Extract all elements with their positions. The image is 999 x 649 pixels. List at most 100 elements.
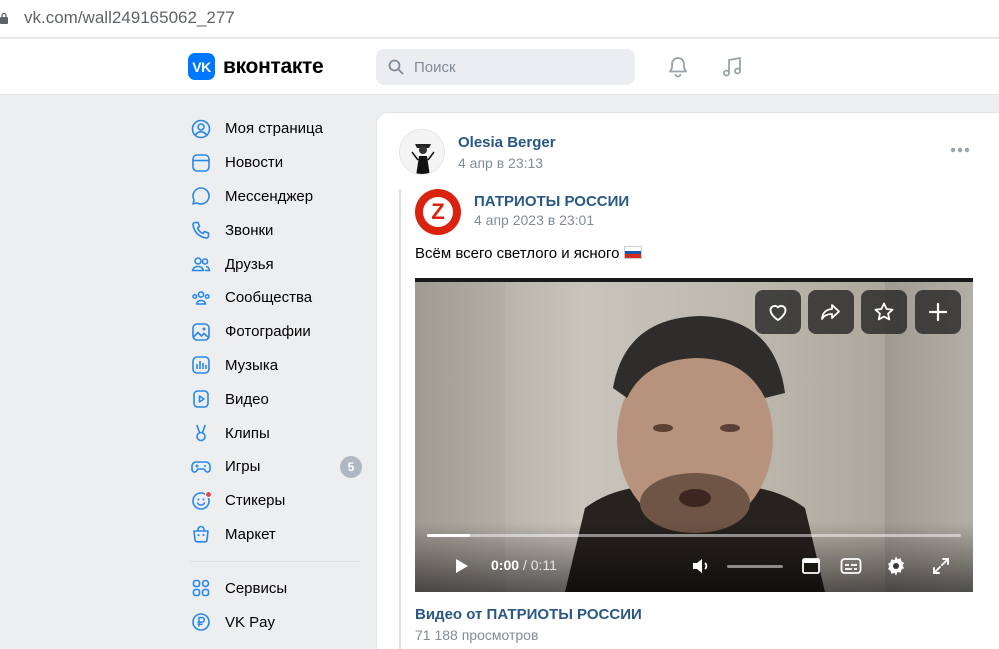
sidebar-item-services[interactable]: Сервисы bbox=[190, 571, 362, 605]
volume-slider[interactable] bbox=[727, 565, 783, 568]
post-text: Всём всего светлого и ясного bbox=[415, 245, 642, 262]
like-video-button[interactable] bbox=[755, 290, 801, 334]
settings-button[interactable] bbox=[884, 554, 908, 578]
fullscreen-icon bbox=[933, 558, 949, 574]
subtitles-icon bbox=[840, 558, 862, 574]
heart-icon bbox=[769, 305, 787, 321]
sidebar-item-label: Друзья bbox=[225, 255, 274, 273]
volume-icon bbox=[693, 559, 708, 573]
post-text-content: Всём всего светлого и ясного bbox=[415, 245, 620, 262]
sidebar-item-label: Стикеры bbox=[225, 492, 286, 510]
video-time-separator: / bbox=[519, 557, 531, 573]
sidebar-item-label: Новости bbox=[225, 154, 284, 172]
sidebar-item-label: Моя страница bbox=[225, 120, 323, 138]
sidebar-item-my-page[interactable]: Моя страница bbox=[190, 112, 362, 146]
bookmark-video-button[interactable] bbox=[861, 290, 907, 334]
subtitles-button[interactable] bbox=[839, 554, 863, 578]
browser-address-bar: vk.com/wall249165062_277 bbox=[0, 0, 999, 38]
russian-flag-emoji bbox=[623, 246, 642, 259]
miniplayer-icon bbox=[802, 558, 820, 574]
lock-icon bbox=[0, 12, 8, 24]
sidebar-item-label: Сервисы bbox=[225, 579, 288, 597]
nav-divider bbox=[190, 561, 360, 563]
share-arrow-icon bbox=[821, 304, 840, 320]
post-author-name[interactable]: Olesia Berger bbox=[458, 134, 556, 151]
notification-dot bbox=[205, 490, 212, 498]
sidebar-item-communities[interactable]: Сообщества bbox=[190, 281, 362, 315]
repost-group-name[interactable]: ПАТРИОТЫ РОССИИ bbox=[474, 193, 629, 210]
photo-icon bbox=[190, 321, 212, 343]
video-icon bbox=[190, 388, 212, 410]
clips-icon bbox=[190, 422, 212, 444]
video-duration: 0:11 bbox=[530, 557, 557, 573]
sidebar-item-news[interactable]: Новости bbox=[190, 146, 362, 180]
more-options-icon[interactable] bbox=[949, 146, 971, 154]
sidebar-item-label: Музыка bbox=[225, 356, 279, 374]
sidebar-item-photos[interactable]: Фотографии bbox=[190, 315, 362, 349]
play-icon bbox=[456, 559, 468, 573]
sidebar-item-music[interactable]: Музыка bbox=[190, 349, 362, 383]
sidebar-item-stickers[interactable]: Стикеры bbox=[190, 484, 362, 518]
add-video-button[interactable] bbox=[915, 290, 961, 334]
sidebar-item-label: Видео bbox=[225, 390, 269, 408]
sidebar-item-label: Маркет bbox=[225, 525, 276, 543]
author-avatar[interactable] bbox=[399, 129, 445, 175]
share-video-button[interactable] bbox=[808, 290, 854, 334]
bell-icon[interactable] bbox=[666, 55, 690, 79]
sidebar-item-label: Фотографии bbox=[225, 323, 311, 341]
sidebar-item-video[interactable]: Видео bbox=[190, 382, 362, 416]
group-avatar[interactable]: Z bbox=[415, 189, 461, 235]
friends-icon bbox=[190, 253, 212, 275]
gamepad-icon bbox=[190, 456, 212, 478]
vk-logo-mark: VK bbox=[188, 53, 215, 80]
market-bag-icon bbox=[190, 523, 212, 545]
video-player[interactable]: 0:00 / 0:11 bbox=[415, 278, 973, 592]
search-icon bbox=[388, 59, 404, 75]
sidebar-item-label: VK Pay bbox=[225, 613, 276, 631]
mute-button[interactable] bbox=[689, 554, 713, 578]
play-button[interactable] bbox=[449, 554, 473, 578]
user-circle-icon bbox=[190, 118, 212, 140]
games-count-badge: 5 bbox=[340, 455, 362, 478]
sidebar-item-messenger[interactable]: Мессенджер bbox=[190, 180, 362, 214]
services-icon bbox=[190, 577, 212, 599]
sidebar-item-friends[interactable]: Друзья bbox=[190, 247, 362, 281]
sidebar-item-market[interactable]: Маркет bbox=[190, 518, 362, 552]
miniplayer-button[interactable] bbox=[799, 554, 823, 578]
search-box[interactable] bbox=[376, 49, 635, 85]
news-icon bbox=[190, 152, 212, 174]
group-avatar-letter: Z bbox=[423, 197, 453, 227]
address-url[interactable]: vk.com/wall249165062_277 bbox=[24, 8, 235, 28]
fullscreen-button[interactable] bbox=[929, 554, 953, 578]
communities-icon bbox=[190, 287, 212, 309]
sidebar-item-clips[interactable]: Клипы bbox=[190, 416, 362, 450]
video-progress-fill bbox=[427, 534, 470, 537]
sidebar-item-label: Сообщества bbox=[225, 289, 313, 307]
message-icon bbox=[190, 185, 212, 207]
video-current-time: 0:00 bbox=[491, 557, 520, 573]
video-top-edge bbox=[415, 278, 973, 282]
sidebar-item-label: Игры bbox=[225, 458, 261, 476]
star-icon bbox=[874, 302, 894, 321]
sidebar-item-calls[interactable]: Звонки bbox=[190, 213, 362, 247]
music-note-icon[interactable] bbox=[720, 55, 744, 79]
video-views-count: 71 188 просмотров bbox=[415, 627, 539, 643]
repost-date[interactable]: 4 апр 2023 в 23:01 bbox=[474, 212, 594, 228]
video-time: 0:00 / 0:11 bbox=[491, 557, 557, 573]
sidebar-item-label: Звонки bbox=[225, 221, 274, 239]
post-date[interactable]: 4 апр в 23:13 bbox=[458, 155, 543, 171]
sidebar-item-label: Клипы bbox=[225, 424, 270, 442]
vk-logo[interactable]: VK вконтакте bbox=[188, 53, 324, 80]
vkpay-icon bbox=[190, 611, 212, 633]
sidebar-item-vkpay[interactable]: VK Pay bbox=[190, 605, 362, 639]
sidebar-item-games[interactable]: Игры 5 bbox=[190, 450, 362, 484]
post-card: Olesia Berger 4 апр в 23:13 Z ПАТРИОТЫ Р… bbox=[376, 112, 999, 649]
left-nav: Моя страница Новости Мессенджер Звонки Д… bbox=[190, 112, 362, 639]
gear-icon bbox=[888, 556, 904, 576]
plus-icon bbox=[928, 302, 948, 322]
search-input[interactable] bbox=[414, 49, 624, 85]
vk-header: VK вконтакте bbox=[0, 39, 999, 95]
video-title-link[interactable]: Видео от ПАТРИОТЫ РОССИИ bbox=[415, 606, 642, 623]
repost-indicator-line bbox=[399, 189, 401, 649]
video-progress-bar[interactable] bbox=[427, 534, 961, 537]
